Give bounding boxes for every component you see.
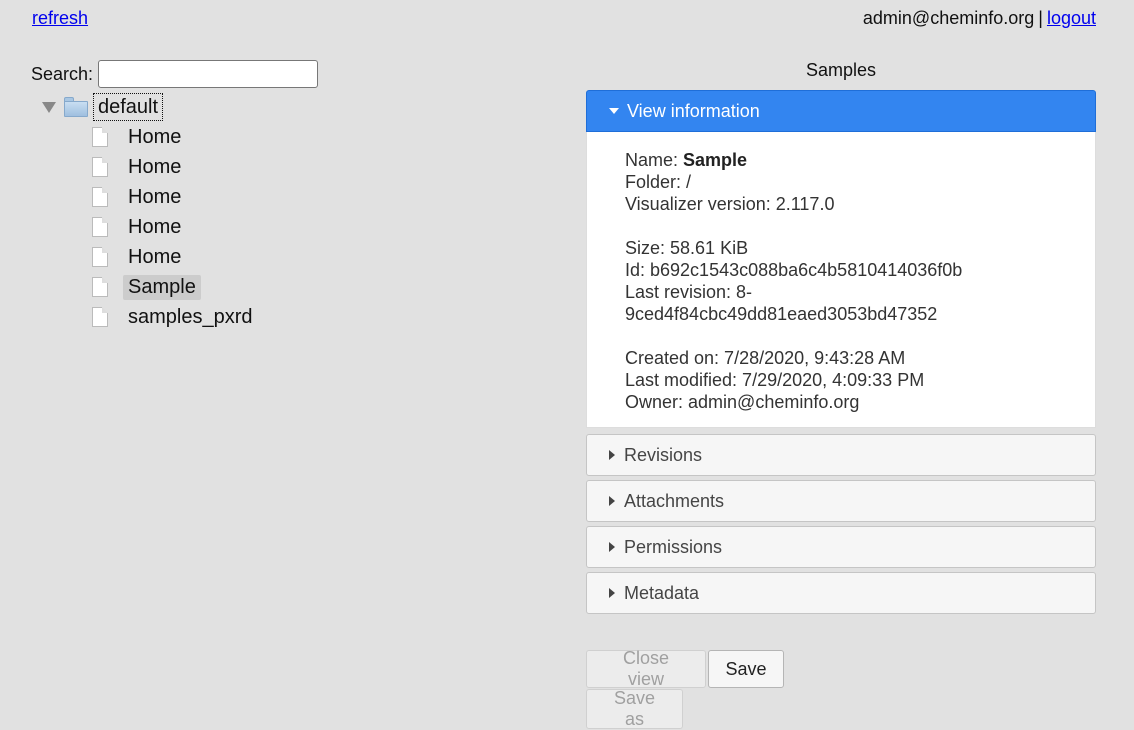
- caret-right-icon: [609, 450, 615, 460]
- search-row: Search:: [31, 60, 319, 88]
- search-input[interactable]: [98, 60, 319, 88]
- caret-right-icon: [609, 588, 615, 598]
- caret-right-icon: [609, 542, 615, 552]
- info-last-revision-hash: 9ced4f84cbc49dd81eaed3053bd47352: [625, 304, 938, 324]
- view-information-content: Name: Sample Folder: / Visualizer versio…: [586, 132, 1096, 428]
- info-size: Size: 58.61 KiB: [625, 238, 749, 258]
- file-icon: [92, 157, 108, 177]
- search-label: Search:: [31, 63, 94, 84]
- caret-down-icon: [609, 108, 619, 114]
- section-permissions[interactable]: Permissions: [586, 526, 1096, 568]
- tree-folder-default[interactable]: default: [40, 92, 258, 122]
- folder-label[interactable]: default: [93, 93, 164, 121]
- close-view-button[interactable]: Close view: [586, 648, 706, 689]
- file-icon: [92, 217, 108, 237]
- tree-file[interactable]: samples_pxrd: [92, 302, 258, 332]
- file-label[interactable]: samples_pxrd: [123, 305, 258, 330]
- info-folder: Folder: /: [625, 172, 692, 192]
- section-attachments[interactable]: Attachments: [586, 480, 1096, 522]
- section-label: Permissions: [624, 536, 723, 557]
- section-revisions[interactable]: Revisions: [586, 434, 1096, 476]
- folder-icon: [64, 97, 88, 117]
- refresh-link[interactable]: refresh: [32, 8, 88, 29]
- panel-title: Samples: [805, 60, 877, 80]
- accordion: View information Name: Sample Folder: / …: [586, 90, 1096, 618]
- file-label[interactable]: Home: [123, 125, 186, 150]
- info-visualizer-version: Visualizer version: 2.117.0: [625, 194, 835, 214]
- caret-right-icon: [609, 496, 615, 506]
- info-id: Id: b692c1543c088ba6c4b5810414036f0b: [625, 260, 963, 280]
- file-icon: [92, 277, 108, 297]
- file-label[interactable]: Home: [123, 155, 186, 180]
- tree-file[interactable]: Home: [92, 212, 258, 242]
- file-label[interactable]: Sample: [123, 274, 201, 300]
- info-owner: Owner: admin@cheminfo.org: [625, 392, 860, 412]
- tree-children: Home Home Home Home Home Sample samples_…: [92, 122, 258, 332]
- info-name: Name: Sample: [625, 150, 748, 170]
- save-button[interactable]: Save: [708, 650, 784, 688]
- expand-toggle-icon[interactable]: [42, 101, 56, 113]
- section-label: View information: [627, 100, 760, 121]
- tree-file[interactable]: Home: [92, 242, 258, 272]
- section-view-information[interactable]: View information: [586, 90, 1096, 132]
- info-created-on: Created on: 7/28/2020, 9:43:28 AM: [625, 348, 906, 368]
- file-icon: [92, 247, 108, 267]
- section-label: Attachments: [624, 490, 725, 511]
- file-icon: [92, 307, 108, 327]
- user-area: admin@cheminfo.org | logout: [863, 8, 1096, 29]
- separator: |: [1038, 8, 1043, 28]
- info-name-value: Sample: [683, 150, 748, 170]
- file-icon: [92, 187, 108, 207]
- user-email: admin@cheminfo.org: [862, 8, 1035, 28]
- file-label[interactable]: Home: [123, 185, 186, 210]
- tree-file[interactable]: Home: [92, 182, 258, 212]
- file-icon: [92, 127, 108, 147]
- section-label: Metadata: [624, 582, 700, 603]
- info-last-revision: Last revision: 8-: [625, 282, 753, 302]
- info-last-modified: Last modified: 7/29/2020, 4:09:33 PM: [625, 370, 925, 390]
- save-as-button[interactable]: Save as: [586, 688, 683, 729]
- tree-file[interactable]: Home: [92, 122, 258, 152]
- section-metadata[interactable]: Metadata: [586, 572, 1096, 614]
- section-label: Revisions: [624, 444, 703, 465]
- tree-file[interactable]: Home: [92, 152, 258, 182]
- logout-link[interactable]: logout: [1047, 8, 1096, 28]
- tree-file-selected[interactable]: Sample: [92, 272, 258, 302]
- file-tree: default Home Home Home Home Home Sample: [40, 92, 258, 332]
- file-label[interactable]: Home: [123, 245, 186, 270]
- file-label[interactable]: Home: [123, 215, 186, 240]
